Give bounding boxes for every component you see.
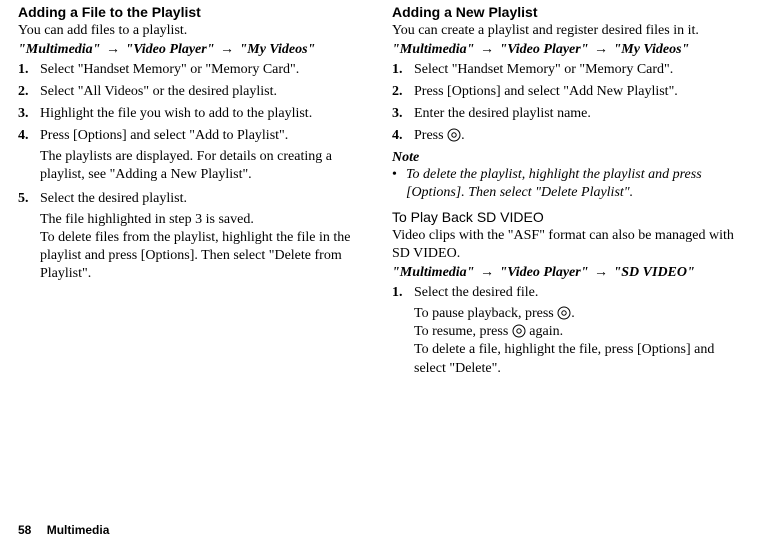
step-text: Select the desired playlist. xyxy=(40,191,187,206)
left-column: Adding a File to the Playlist You can ad… xyxy=(18,0,368,384)
step-text: Select "All Videos" or the desired playl… xyxy=(40,84,368,100)
step-number: 5. xyxy=(18,191,40,207)
note-text: To delete the playlist, highlight the pl… xyxy=(406,166,742,202)
center-key-icon xyxy=(557,306,571,320)
sd-breadcrumb: "Multimedia" → "Video Player" → "SD VIDE… xyxy=(392,265,742,281)
left-heading: Adding a File to the Playlist xyxy=(18,4,368,20)
center-key-icon xyxy=(447,128,461,142)
left-intro: You can add files to a playlist. xyxy=(18,22,368,40)
step-subtext: To pause playback, press . To resume, pr… xyxy=(414,305,742,378)
left-breadcrumb: "Multimedia" → "Video Player" → "My Vide… xyxy=(18,42,368,58)
sd-intro: Video clips with the "ASF" format can al… xyxy=(392,227,742,263)
step-subtext: The file highlighted in step 3 is saved.… xyxy=(40,211,368,284)
step-text: Press [Options] and select "Add New Play… xyxy=(414,84,742,100)
step-4: 4. Press . xyxy=(392,128,742,144)
right-heading: Adding a New Playlist xyxy=(392,4,742,20)
line3: To delete a file, highlight the file, pr… xyxy=(414,342,714,375)
step-number: 3. xyxy=(18,106,40,122)
step-number: 4. xyxy=(392,128,414,144)
note-label: Note xyxy=(392,150,742,166)
step-2: 2. Select "All Videos" or the desired pl… xyxy=(18,84,368,100)
step-2: 2. Press [Options] and select "Add New P… xyxy=(392,84,742,100)
step-3: 3. Enter the desired playlist name. xyxy=(392,106,742,122)
step-1: 1. Select "Handset Memory" or "Memory Ca… xyxy=(392,62,742,78)
page-footer: 58 Multimedia xyxy=(18,523,109,537)
arrow-icon: → xyxy=(592,42,610,57)
right-intro: You can create a playlist and register d… xyxy=(392,22,742,40)
step-body: Select the desired file. To pause playba… xyxy=(414,285,742,378)
right-steps: 1. Select "Handset Memory" or "Memory Ca… xyxy=(392,62,742,144)
step-text: Select the desired file. xyxy=(414,285,538,300)
step-number: 2. xyxy=(392,84,414,100)
arrow-icon: → xyxy=(218,42,236,57)
step-3: 3. Highlight the file you wish to add to… xyxy=(18,106,368,122)
step-subtext: The playlists are displayed. For details… xyxy=(40,148,368,184)
crumb-my-videos: "My Videos" xyxy=(613,42,689,57)
sd-steps: 1. Select the desired file. To pause pla… xyxy=(392,285,742,378)
bullet-icon: • xyxy=(392,166,406,184)
center-key-icon xyxy=(512,324,526,338)
step-number: 1. xyxy=(18,62,40,78)
step-text: Press [Options] and select "Add to Playl… xyxy=(40,128,288,143)
line1-post: . xyxy=(571,306,575,321)
step-text-post: . xyxy=(461,128,465,143)
crumb-video-player: "Video Player" xyxy=(499,265,588,280)
step-text: Enter the desired playlist name. xyxy=(414,106,742,122)
step-number: 3. xyxy=(392,106,414,122)
crumb-sd-video: "SD VIDEO" xyxy=(613,265,694,280)
left-steps: 1. Select "Handset Memory" or "Memory Ca… xyxy=(18,62,368,283)
section-name: Multimedia xyxy=(47,523,110,537)
step-text: Select "Handset Memory" or "Memory Card"… xyxy=(414,62,742,78)
step-body: Press . xyxy=(414,128,742,144)
step-text: Select "Handset Memory" or "Memory Card"… xyxy=(40,62,368,78)
step-number: 4. xyxy=(18,128,40,144)
crumb-multimedia: "Multimedia" xyxy=(18,42,100,57)
arrow-icon: → xyxy=(478,265,496,280)
step-body: Press [Options] and select "Add to Playl… xyxy=(40,128,368,184)
arrow-icon: → xyxy=(478,42,496,57)
step-text-pre: Press xyxy=(414,128,447,143)
crumb-video-player: "Video Player" xyxy=(499,42,588,57)
arrow-icon: → xyxy=(104,42,122,57)
line1-pre: To pause playback, press xyxy=(414,306,557,321)
crumb-my-videos: "My Videos" xyxy=(239,42,315,57)
crumb-multimedia: "Multimedia" xyxy=(392,265,474,280)
step-number: 2. xyxy=(18,84,40,100)
step-number: 1. xyxy=(392,285,414,301)
arrow-icon: → xyxy=(592,265,610,280)
crumb-multimedia: "Multimedia" xyxy=(392,42,474,57)
note-body: • To delete the playlist, highlight the … xyxy=(392,166,742,202)
right-breadcrumb: "Multimedia" → "Video Player" → "My Vide… xyxy=(392,42,742,58)
page-number: 58 xyxy=(18,523,31,537)
step-1: 1. Select "Handset Memory" or "Memory Ca… xyxy=(18,62,368,78)
line2-pre: To resume, press xyxy=(414,324,512,339)
sd-heading: To Play Back SD VIDEO xyxy=(392,209,742,225)
step-5: 5. Select the desired playlist. The file… xyxy=(18,191,368,284)
step-4: 4. Press [Options] and select "Add to Pl… xyxy=(18,128,368,184)
line2-post: again. xyxy=(526,324,563,339)
step-1: 1. Select the desired file. To pause pla… xyxy=(392,285,742,378)
crumb-video-player: "Video Player" xyxy=(125,42,214,57)
right-column: Adding a New Playlist You can create a p… xyxy=(392,0,742,384)
step-number: 1. xyxy=(392,62,414,78)
step-body: Select the desired playlist. The file hi… xyxy=(40,191,368,284)
step-text: Highlight the file you wish to add to th… xyxy=(40,106,368,122)
